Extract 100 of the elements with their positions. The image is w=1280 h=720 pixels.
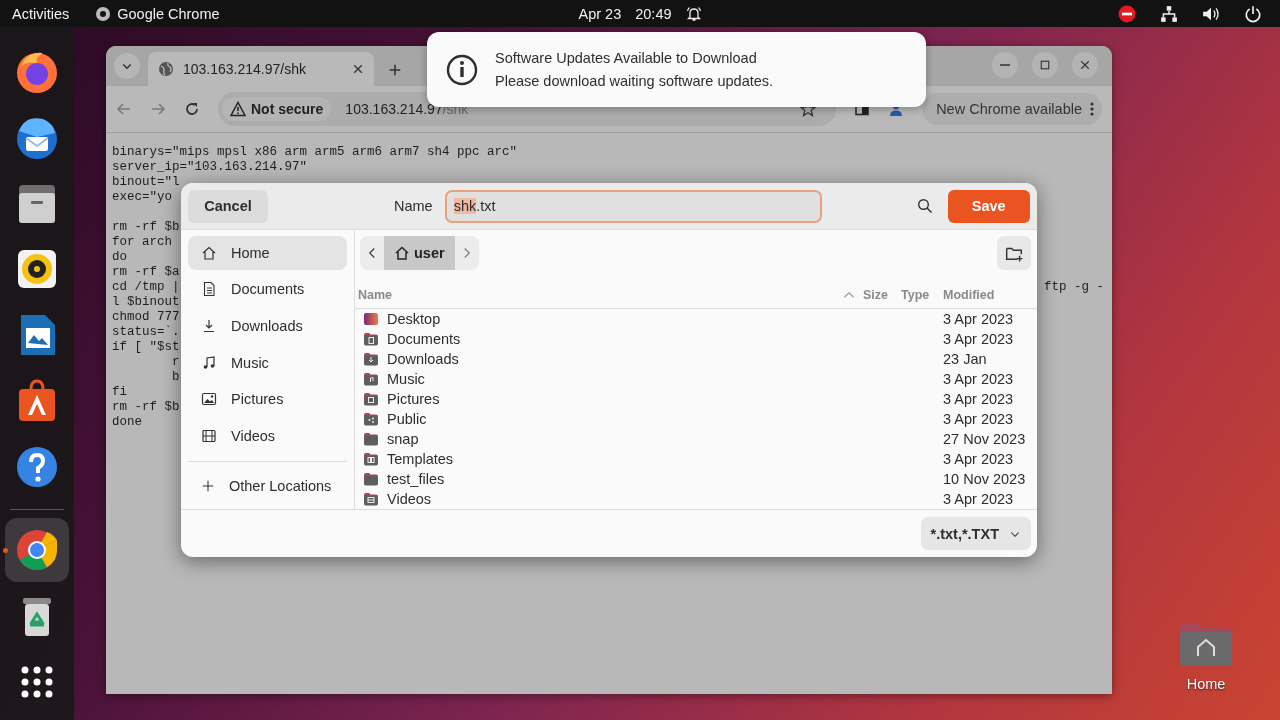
file-name[interactable]: Public [387,411,427,427]
minimize-icon [1000,64,1010,66]
modified-date: 10 Nov 2023 [943,471,1027,487]
update-chip[interactable]: New Chrome available [922,93,1102,125]
clock-time[interactable]: 20:49 [635,5,672,22]
folder-icon [363,371,379,387]
code-line: exec="yo [112,190,172,205]
modified-date: 3 Apr 2023 [943,391,1015,407]
code-line: binout="l [112,175,180,190]
round-logo-icon [95,5,112,22]
code-line: rm -rf $b [112,220,180,235]
back-arrow-icon [116,101,132,117]
code-line: cd /tmp | [112,280,180,295]
reload-button[interactable] [184,101,200,117]
file-name[interactable]: Videos [387,491,432,507]
search-icon [916,198,933,214]
notification-title: Software Updates Available to Download [495,50,758,66]
modified-date: 3 Apr 2023 [943,491,1015,507]
music-note-icon [201,354,217,371]
plus-icon [388,63,402,77]
code-line: server_ip="103.163.214.97" [112,160,308,175]
notification-body: Please download waiting software updates. [495,73,774,89]
file-name[interactable]: Pictures [387,391,440,407]
path-segment[interactable]: user [384,236,455,270]
code-line: b [171,370,180,385]
code-line: r [171,355,180,370]
bell-icon [685,5,702,22]
home-icon [394,245,410,261]
other-locations-item[interactable]: Other Locations [188,469,347,503]
code-line: do [112,250,127,265]
code-line: fi [112,385,127,400]
tab-search-button[interactable] [114,53,140,79]
sidebar-item[interactable]: Pictures [188,382,347,416]
file-name[interactable]: Templates [387,451,454,467]
folder-icon [363,331,379,347]
globe-icon [158,61,174,77]
search-button[interactable] [916,198,933,214]
code-line: for arch [112,235,172,250]
code-line: rm -rf $b [112,400,180,415]
close-icon[interactable] [352,63,364,75]
code-line: l $binout [112,295,180,310]
file-name[interactable]: snap [387,431,419,447]
sidebar-item[interactable]: Documents [188,272,347,307]
close-icon [1080,60,1090,70]
folder-icon [363,471,379,487]
code-line: status=`. [112,325,180,340]
folder-icon [363,411,379,427]
modified-date: 23 Jan [943,351,988,367]
code-line: if [ "$st [112,340,180,355]
modified-date: 27 Nov 2023 [943,431,1027,447]
download-icon [201,317,217,334]
document-icon [201,281,217,298]
security-chip[interactable]: Not secure [222,97,332,121]
kebab-menu-icon[interactable] [1090,101,1094,117]
close-button[interactable] [1072,52,1098,78]
folder-icon [363,451,379,467]
maximize-button[interactable] [1032,52,1058,78]
app-name[interactable]: Google Chrome [117,5,220,22]
reload-icon [184,101,200,117]
filename-extension: .txt [476,198,496,214]
picture-icon [201,391,217,408]
minimize-button[interactable] [992,52,1018,78]
sidebar-item[interactable]: Videos [188,418,347,453]
sidebar-item[interactable]: Home [188,236,347,270]
new-folder-button[interactable] [997,236,1031,270]
browser-tab[interactable]: 103.163.214.97/shk [148,52,374,86]
clock-date[interactable]: Apr 23 [578,5,622,22]
folder-icon [363,311,379,327]
sidebar-item[interactable]: Downloads [188,309,347,343]
folder-icon [363,351,379,367]
activities-button[interactable]: Activities [12,5,70,22]
desktop-icon-label[interactable]: Home [1186,676,1226,692]
cancel-button[interactable]: Cancel [188,189,268,223]
forward-arrow-icon [150,101,166,117]
code-line: done [112,415,142,430]
file-name[interactable]: Downloads [387,351,459,367]
plus-icon [201,479,215,494]
running-indicator [3,548,8,553]
file-name[interactable]: Music [387,371,425,387]
modified-date: 3 Apr 2023 [943,451,1015,467]
folder-icon[interactable] [1178,620,1234,668]
file-name[interactable]: Desktop [387,311,441,327]
dock-item-highlight[interactable] [5,518,69,582]
modified-date: 3 Apr 2023 [943,371,1015,387]
save-button[interactable]: Save [947,189,1030,223]
file-type-dropdown[interactable]: *.txt,*.TXT [920,517,1031,550]
selected-text: shk [453,198,477,214]
code-line: rm -rf $a [112,265,180,280]
code-line: chmod 777 [112,310,180,325]
file-name[interactable]: Documents [387,331,461,347]
network-icon [1160,4,1178,23]
filename-field[interactable]: shk.txt [444,189,822,223]
do-not-disturb-icon [1118,4,1136,23]
file-name[interactable]: test_files [387,471,445,487]
sidebar-item[interactable]: Music [188,345,347,380]
modified-date: 3 Apr 2023 [943,331,1015,347]
name-label: Name [394,198,433,214]
new-tab-button[interactable] [388,63,402,77]
code-line: binarys="mips mpsl x86 arm arm5 arm6 arm7 sh4 ppc arc" [112,145,518,160]
folder-icon [363,431,379,447]
